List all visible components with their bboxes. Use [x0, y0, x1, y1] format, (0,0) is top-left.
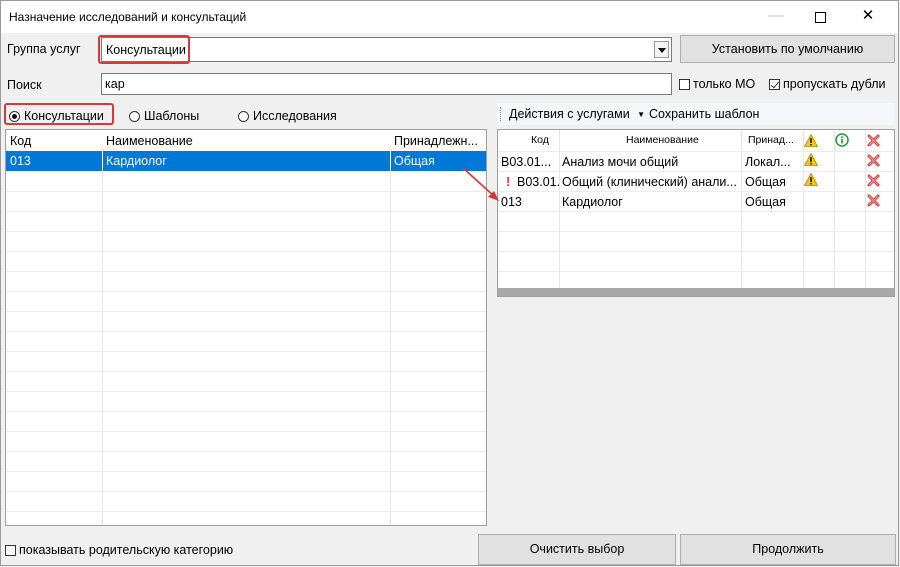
minimize-button[interactable]: —: [754, 1, 798, 33]
skip-duplicates-label: пропускать дубли: [783, 77, 886, 91]
only-mo-checkbox[interactable]: только МО: [679, 77, 755, 91]
checkbox-icon[interactable]: [5, 544, 16, 556]
info-icon[interactable]: [835, 133, 849, 147]
column-name[interactable]: Наименование: [106, 134, 193, 148]
tab-research-label: Исследования: [253, 109, 337, 123]
delete-icon[interactable]: [867, 174, 880, 187]
row-belong: Локал...: [745, 155, 791, 169]
tab-templates-label: Шаблоны: [144, 109, 200, 123]
skip-duplicates-checkbox[interactable]: пропускать дубли: [769, 77, 886, 91]
table-row[interactable]: 013 Кардиолог Общая: [6, 151, 486, 171]
row-belong: Общая: [745, 175, 786, 189]
title-bar: Назначение исследований и консультаций —…: [1, 1, 898, 33]
save-template-button[interactable]: Сохранить шаблон: [649, 107, 759, 121]
radio-icon[interactable]: [129, 110, 140, 122]
continue-button[interactable]: Продолжить: [680, 534, 896, 565]
row-name: Общий (клинический) анали...: [562, 175, 737, 189]
alert-icon: !: [506, 175, 511, 189]
show-parent-checkbox[interactable]: показывать родительскую категорию: [5, 543, 233, 557]
only-mo-label: только МО: [693, 77, 756, 91]
column-belong[interactable]: Принадлежн...: [394, 134, 478, 148]
chevron-down-icon[interactable]: [654, 41, 669, 58]
table-footer-bar: [498, 288, 894, 296]
clear-selection-button[interactable]: Очистить выбор: [478, 534, 676, 565]
checkbox-icon[interactable]: [679, 78, 690, 90]
row-code: B03.01...: [501, 155, 552, 169]
services-table[interactable]: Код Наименование Принадлежн... 013 Карди…: [5, 129, 487, 526]
row-name: Кардиолог: [562, 195, 623, 209]
warning-icon[interactable]: [804, 134, 818, 147]
set-default-button[interactable]: Установить по умолчанию: [680, 35, 895, 63]
checkbox-checked-icon[interactable]: [769, 78, 780, 90]
search-input[interactable]: [105, 77, 655, 91]
tab-templates[interactable]: Шаблоны: [129, 109, 199, 123]
tab-research[interactable]: Исследования: [238, 109, 337, 123]
column-code[interactable]: Код: [531, 134, 549, 146]
row-belong: Общая: [394, 154, 435, 168]
actions-menu[interactable]: Действия с услугами ▼: [509, 107, 645, 121]
maximize-button[interactable]: [798, 1, 842, 33]
row-belong: Общая: [745, 195, 786, 209]
window-title: Назначение исследований и консультаций: [9, 10, 247, 24]
delete-icon[interactable]: [867, 134, 880, 147]
highlight-group-value: [98, 35, 190, 64]
warning-icon: [804, 153, 818, 166]
highlight-consultations-tab: [4, 103, 114, 125]
column-belong[interactable]: Принад...: [748, 134, 794, 146]
column-name[interactable]: Наименование: [626, 134, 699, 146]
search-label: Поиск: [7, 78, 42, 92]
table-header: Код Наименование Принадлежн...: [6, 130, 486, 151]
right-toolbar: Действия с услугами ▼ Сохранить шаблон: [497, 103, 894, 125]
row-code: 013: [10, 154, 31, 168]
group-label: Группа услуг: [7, 42, 81, 56]
close-button[interactable]: ✕: [846, 1, 890, 33]
row-code: B03.01.: [517, 175, 561, 189]
row-name: Анализ мочи общий: [562, 155, 679, 169]
caret-down-icon: ▼: [637, 110, 646, 120]
delete-icon[interactable]: [867, 154, 880, 167]
annotation-arrow-icon: [462, 167, 499, 201]
radio-icon[interactable]: [238, 110, 249, 122]
selected-services-table[interactable]: Код Наименование Принад... B03.01... Ана…: [497, 129, 895, 297]
warning-icon: [804, 173, 818, 186]
column-code[interactable]: Код: [10, 134, 31, 148]
delete-icon[interactable]: [867, 194, 880, 207]
row-code: 013: [501, 195, 522, 209]
toolbar-grip: [500, 107, 503, 121]
row-name: Кардиолог: [106, 154, 167, 168]
actions-menu-label: Действия с услугами: [509, 107, 630, 121]
search-field[interactable]: [101, 73, 672, 95]
show-parent-label: показывать родительскую категорию: [19, 543, 234, 557]
